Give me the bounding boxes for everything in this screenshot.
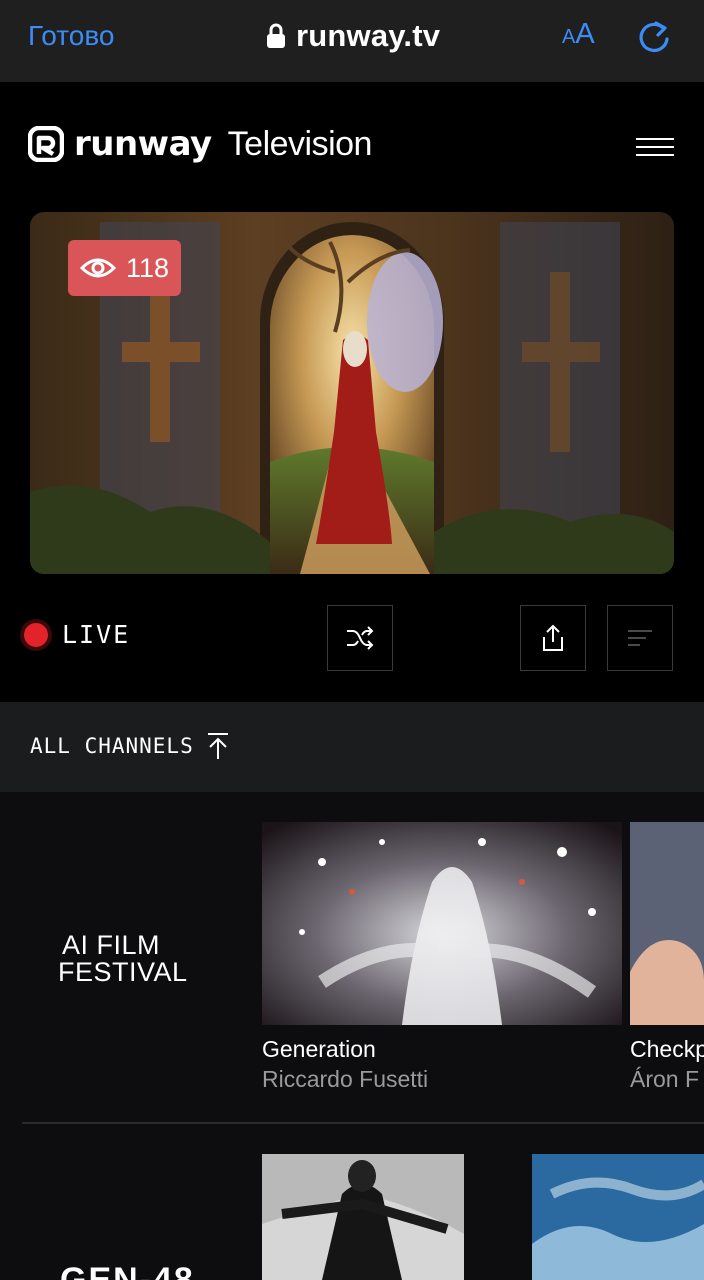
live-indicator: LIVE xyxy=(24,620,130,649)
card-author: Áron F xyxy=(630,1066,700,1092)
video-thumbnail[interactable] xyxy=(262,822,622,1025)
all-channels-bar[interactable]: ALL CHANNELS xyxy=(0,702,704,792)
thumbnail-image xyxy=(532,1154,704,1280)
list-icon xyxy=(628,630,652,646)
runway-logo-icon xyxy=(28,126,64,162)
scroll-to-top-icon[interactable] xyxy=(206,732,230,760)
share-button[interactable] xyxy=(520,605,586,671)
shuffle-icon xyxy=(347,626,374,650)
live-dot-icon xyxy=(24,622,48,647)
done-button[interactable]: Готово xyxy=(28,20,114,52)
brand-suffix: Television xyxy=(227,124,373,163)
browser-toolbar: Готово runway.tv AA xyxy=(0,0,704,82)
thumbnail-image xyxy=(262,1154,464,1280)
row-divider xyxy=(22,1122,704,1124)
text-size-button[interactable]: AA xyxy=(562,18,595,51)
share-icon xyxy=(543,624,563,651)
viewer-count: 118 xyxy=(126,252,170,283)
eye-icon xyxy=(80,258,116,278)
viewer-count-badge: 118 xyxy=(68,240,182,296)
thumbnail-image xyxy=(262,822,622,1025)
playlist-button[interactable] xyxy=(607,605,673,671)
card-author: Riccardo Fusetti xyxy=(262,1066,429,1092)
channel-rows: AI FILM FESTIVAL Generation Riccardo Fus… xyxy=(0,792,704,1280)
video-thumbnail[interactable] xyxy=(532,1154,704,1280)
video-thumbnail[interactable] xyxy=(630,822,704,1025)
channel-logo-ai-film-festival[interactable]: AI FILM FESTIVAL xyxy=(58,932,188,986)
shuffle-button[interactable] xyxy=(327,605,393,671)
video-player[interactable]: 118 xyxy=(30,212,674,574)
address-bar[interactable]: runway.tv xyxy=(266,16,440,56)
channel-logo-gen-48[interactable]: GEN-48 xyxy=(60,1262,195,1280)
hamburger-menu-icon[interactable] xyxy=(636,138,674,158)
video-thumbnail[interactable] xyxy=(262,1154,464,1280)
brand-name: runway xyxy=(74,124,212,164)
card-title[interactable]: Checkp xyxy=(630,1036,704,1063)
all-channels-label: ALL CHANNELS xyxy=(30,734,194,758)
thumbnail-image xyxy=(630,822,704,1025)
url-text: runway.tv xyxy=(296,18,441,53)
lock-icon xyxy=(267,23,285,48)
reload-icon[interactable] xyxy=(634,17,674,57)
live-label: LIVE xyxy=(62,620,131,649)
site-logo[interactable]: runway Television xyxy=(28,124,372,164)
card-title[interactable]: Generation xyxy=(262,1036,376,1063)
